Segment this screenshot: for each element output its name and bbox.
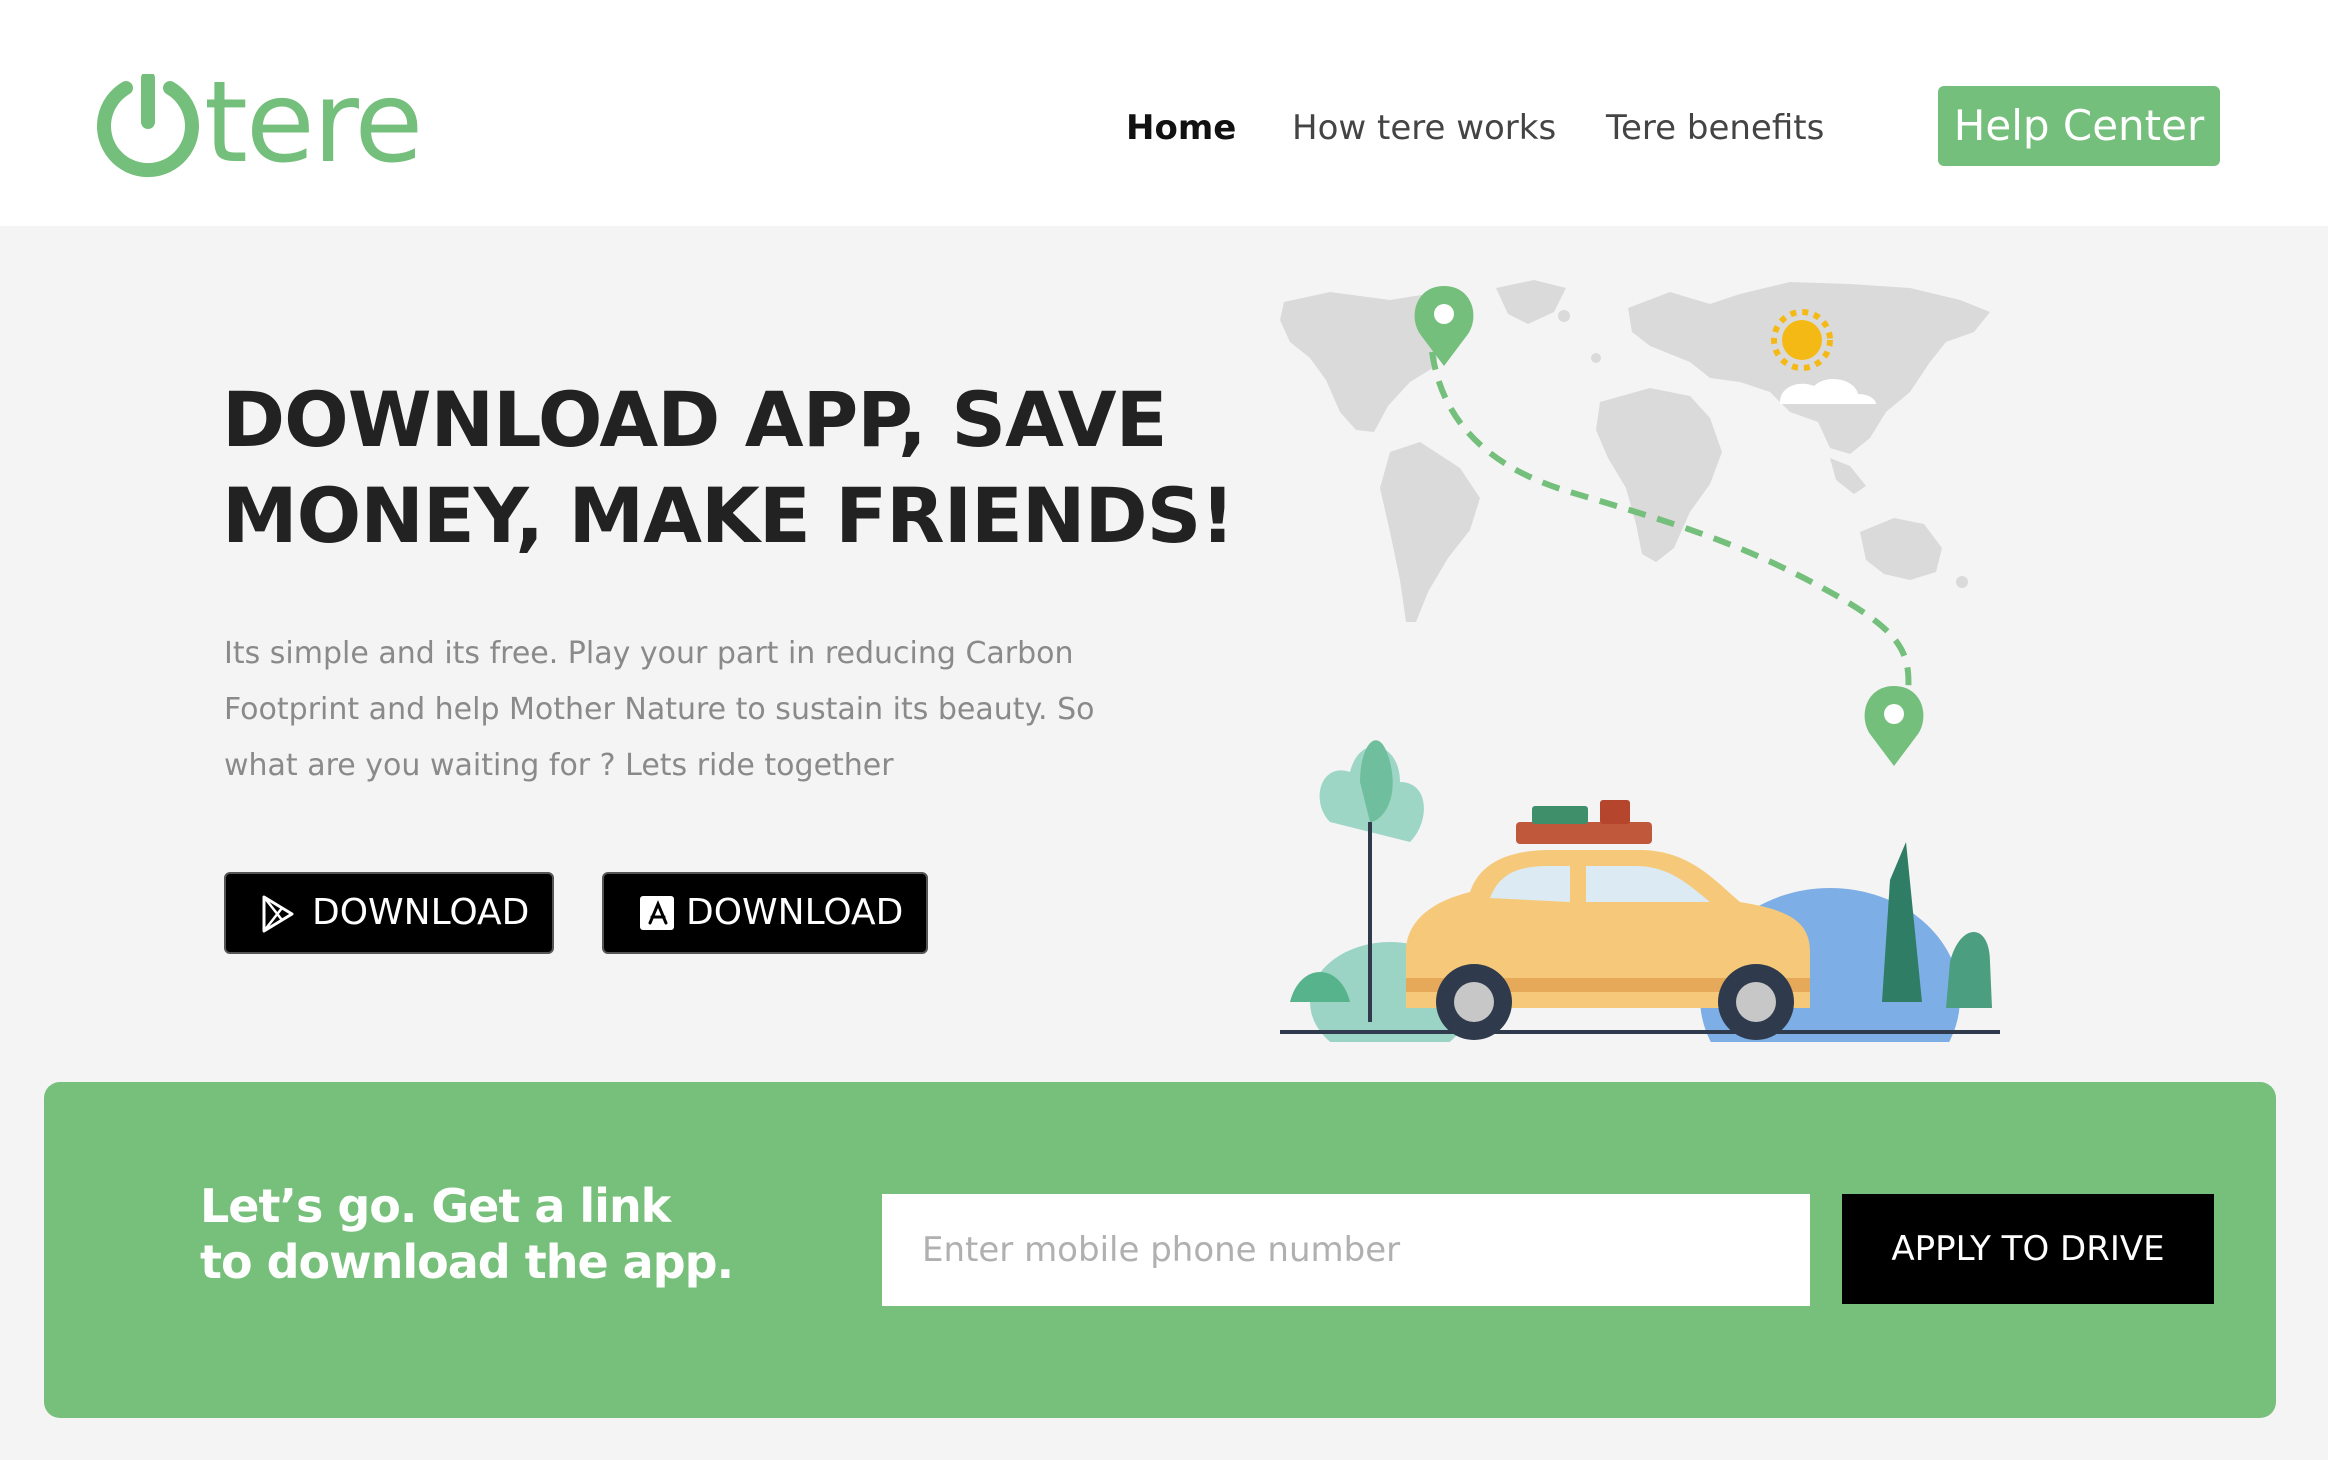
hero-headline-line2: MONEY, MAKE FRIENDS! [222,471,1235,560]
road-trip-illustration [1280,280,2000,1042]
nav-tere-benefits[interactable]: Tere benefits [1606,106,1824,150]
nav-home[interactable]: Home [1126,106,1236,150]
nav-how-tere-works[interactable]: How tere works [1292,106,1556,150]
google-play-download-button[interactable]: DOWNLOAD [224,872,554,954]
map-pin-end-icon [1864,686,1924,766]
google-play-download-label: DOWNLOAD [312,892,530,933]
site-header: tere Home How tere works Tere benefits H… [0,0,2328,226]
world-map-graphic [1280,280,1990,622]
cta-banner: Let’s go. Get a link to download the app… [44,1082,2276,1418]
car-illustration [1406,800,1810,1040]
hero-description: Its simple and its free. Play your part … [224,636,1095,783]
app-store-download-label: DOWNLOAD [686,892,904,933]
hero-headline-line1: DOWNLOAD APP, SAVE [222,375,1168,464]
help-center-button[interactable]: Help Center [1938,86,2220,166]
cta-text: Let’s go. Get a link to download the app… [200,1178,734,1290]
brand-name: tere [204,58,423,188]
hero-headline: DOWNLOAD APP, SAVE MONEY, MAKE FRIENDS! [222,372,1235,564]
cta-text-line1: Let’s go. Get a link [200,1179,671,1233]
google-play-icon [262,895,294,933]
brand-logo[interactable]: tere [96,58,426,188]
app-store-download-button[interactable]: DOWNLOAD [602,872,928,954]
app-store-icon [640,896,674,930]
apply-to-drive-button[interactable]: APPLY TO DRIVE [1842,1194,2214,1304]
phone-number-input[interactable] [882,1194,1810,1306]
cta-text-line2: to download the app. [200,1235,734,1289]
power-icon [97,74,199,178]
